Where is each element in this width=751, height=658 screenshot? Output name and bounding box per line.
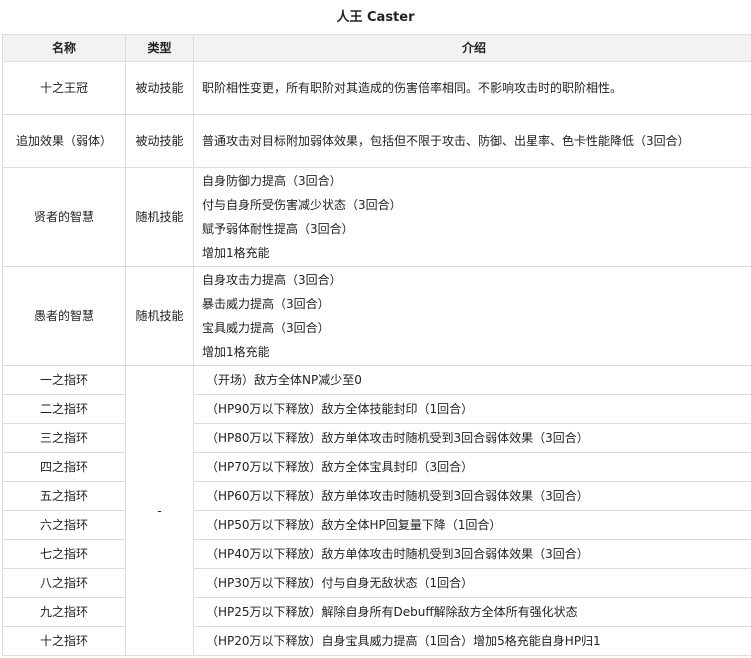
desc-line: 自身防御力提高（3回合） [202,174,342,188]
table-row: 四之指环 （HP70万以下释放）敌方全体宝具封印（3回合） [2,452,751,482]
ring-name: 三之指环 [2,423,126,453]
table-row: 七之指环 （HP40万以下释放）敌方单体攻击时随机受到3回合弱体效果（3回合） [2,539,751,569]
skill-name: 贤者的智慧 [2,167,126,267]
desc-line: 赋予弱体耐性提高（3回合） [202,222,354,236]
table-row: 二之指环 （HP90万以下释放）敌方全体技能封印（1回合） [2,394,751,424]
ring-name: 九之指环 [2,597,126,627]
skill-type: 被动技能 [125,61,194,115]
table-row: 愚者的智慧 随机技能 自身攻击力提高（3回合） 暴击威力提高（3回合） 宝具威力… [2,266,751,366]
table-row: 六之指环 （HP50万以下释放）敌方全体HP回复量下降（1回合） [2,510,751,540]
table-row: 八之指环 （HP30万以下释放）付与自身无敌状态（1回合） [2,568,751,598]
skill-type: 随机技能 [125,167,194,267]
header-desc: 介绍 [193,34,751,62]
ring-desc: （HP90万以下释放）敌方全体技能封印（1回合） [193,394,751,424]
ring-desc: （开场）敌方全体NP减少至0 [193,365,751,395]
table-row: 三之指环 （HP80万以下释放）敌方单体攻击时随机受到3回合弱体效果（3回合） [2,423,751,453]
desc-line: 职阶相性变更，所有职阶对其造成的伤害倍率相同。不影响攻击时的职阶相性。 [202,81,623,95]
table-row: 九之指环 （HP25万以下释放）解除自身所有Debuff解除敌方全体所有强化状态 [2,597,751,627]
desc-line: 宝具威力提高（3回合） [202,321,330,335]
ring-desc: （HP40万以下释放）敌方单体攻击时随机受到3回合弱体效果（3回合） [193,539,751,569]
table-row: 一之指环 - （开场）敌方全体NP减少至0 [2,365,751,656]
desc-line: 增加1格充能 [202,246,270,260]
table-row: 十之指环 （HP20万以下释放）自身宝具威力提高（1回合）增加5格充能自身HP归… [2,626,751,656]
table-caption: 人王 Caster [336,10,415,25]
desc-line: 付与自身所受伤害减少状态（3回合） [202,198,402,212]
desc-line: 普通攻击对目标附加弱体效果，包括但不限于攻击、防御、出星率、色卡性能降低（3回合… [202,134,690,148]
table-row: 五之指环 （HP60万以下释放）敌方单体攻击时随机受到3回合弱体效果（3回合） [2,481,751,511]
skill-name: 追加效果（弱体） [2,114,126,168]
ring-name: 四之指环 [2,452,126,482]
ring-desc: （HP20万以下释放）自身宝具威力提高（1回合）增加5格充能自身HP归1 [193,626,751,656]
skill-desc: 普通攻击对目标附加弱体效果，包括但不限于攻击、防御、出星率、色卡性能降低（3回合… [193,114,751,168]
ring-name: 十之指环 [2,626,126,656]
skill-desc: 自身防御力提高（3回合） 付与自身所受伤害减少状态（3回合） 赋予弱体耐性提高（… [193,167,751,267]
skill-table: 名称 类型 介绍 十之王冠 被动技能 职阶相性变更，所有职阶对其造成的伤害倍率相… [2,34,751,656]
table-row: 贤者的智慧 随机技能 自身防御力提高（3回合） 付与自身所受伤害减少状态（3回合… [2,167,751,267]
header-name: 名称 [2,34,126,62]
ring-desc: （HP70万以下释放）敌方全体宝具封印（3回合） [193,452,751,482]
skill-desc: 自身攻击力提高（3回合） 暴击威力提高（3回合） 宝具威力提高（3回合） 增加1… [193,266,751,366]
desc-line: 增加1格充能 [202,345,270,359]
ring-name: 五之指环 [2,481,126,511]
ring-name: 六之指环 [2,510,126,540]
table-header-row: 名称 类型 介绍 [2,34,751,62]
ring-desc: （HP30万以下释放）付与自身无敌状态（1回合） [193,568,751,598]
ring-name: 二之指环 [2,394,126,424]
ring-desc: （HP60万以下释放）敌方单体攻击时随机受到3回合弱体效果（3回合） [193,481,751,511]
desc-line: 暴击威力提高（3回合） [202,297,330,311]
table-row: 追加效果（弱体） 被动技能 普通攻击对目标附加弱体效果，包括但不限于攻击、防御、… [2,114,751,168]
ring-name: 一之指环 [2,365,126,395]
ring-name: 七之指环 [2,539,126,569]
ring-desc: （HP25万以下释放）解除自身所有Debuff解除敌方全体所有强化状态 [193,597,751,627]
ring-desc: （HP50万以下释放）敌方全体HP回复量下降（1回合） [193,510,751,540]
skill-type: 随机技能 [125,266,194,366]
header-type: 类型 [125,34,194,62]
skill-name: 愚者的智慧 [2,266,126,366]
ring-desc: （HP80万以下释放）敌方单体攻击时随机受到3回合弱体效果（3回合） [193,423,751,453]
ring-name: 八之指环 [2,568,126,598]
desc-line: 自身攻击力提高（3回合） [202,273,342,287]
ring-type: - [125,365,194,656]
skill-desc: 职阶相性变更，所有职阶对其造成的伤害倍率相同。不影响攻击时的职阶相性。 [193,61,751,115]
skill-name: 十之王冠 [2,61,126,115]
skill-type: 被动技能 [125,114,194,168]
table-row: 十之王冠 被动技能 职阶相性变更，所有职阶对其造成的伤害倍率相同。不影响攻击时的… [2,61,751,115]
